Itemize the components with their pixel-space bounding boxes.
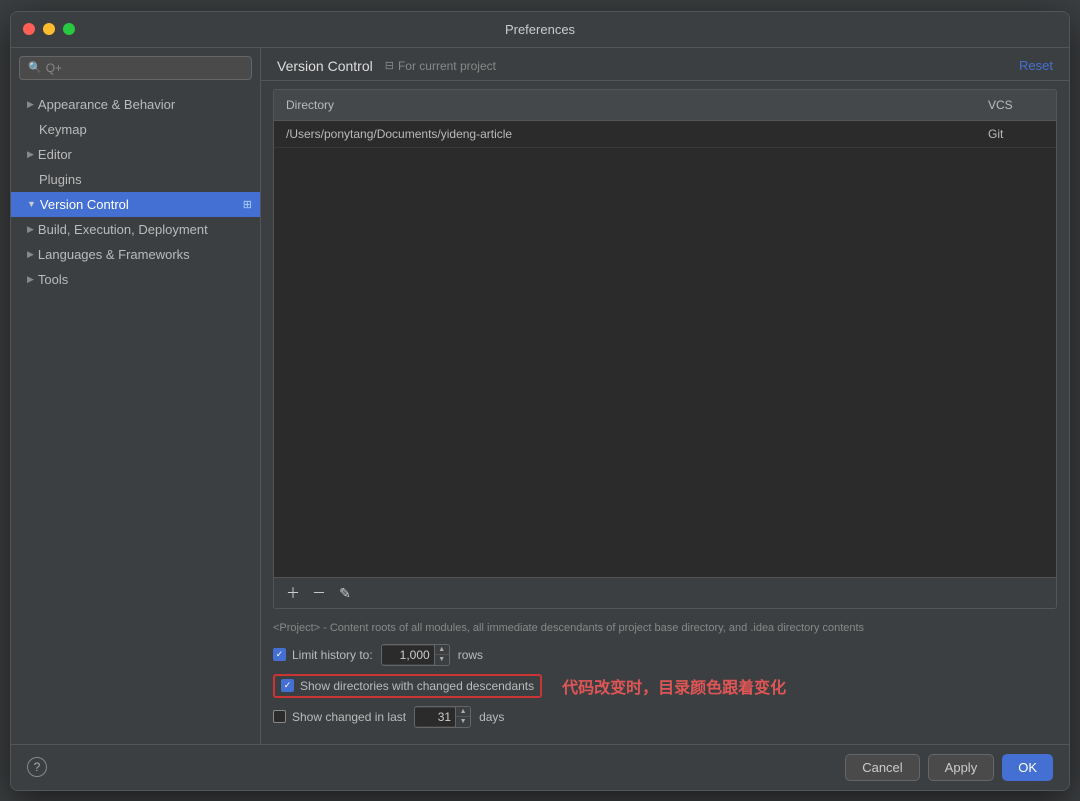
cancel-button[interactable]: Cancel xyxy=(845,754,919,781)
spin-up-button[interactable]: ▲ xyxy=(435,645,449,655)
remove-button[interactable]: － xyxy=(308,582,330,604)
sidebar-item-appearance[interactable]: ▶ Appearance & Behavior xyxy=(11,92,260,117)
sidebar-items: ▶ Appearance & Behavior Keymap ▶ Editor … xyxy=(11,88,260,744)
preferences-dialog: Preferences 🔍 ▶ Appearance & Behavior Ke… xyxy=(10,11,1070,791)
chevron-icon: ▶ xyxy=(27,149,34,160)
for-project-label: ⊟ For current project xyxy=(385,59,496,73)
spin-up-button-2[interactable]: ▲ xyxy=(456,707,470,717)
show-changed-spinbox[interactable]: ▲ ▼ xyxy=(414,706,471,728)
spinbox-arrows-2: ▲ ▼ xyxy=(455,707,470,727)
sidebar: 🔍 ▶ Appearance & Behavior Keymap ▶ Edito… xyxy=(11,48,261,744)
bottom-bar: ? Cancel Apply OK xyxy=(11,744,1069,790)
show-directories-checkbox[interactable] xyxy=(281,679,294,692)
show-directories-highlight: Show directories with changed descendant… xyxy=(273,674,542,698)
col-header-vcs: VCS xyxy=(976,94,1056,116)
main-panel: Version Control ⊟ For current project Re… xyxy=(261,48,1069,744)
panel-title: Version Control xyxy=(277,58,373,74)
bottom-left: ? xyxy=(27,757,47,777)
spinbox-arrows: ▲ ▼ xyxy=(434,645,449,665)
maximize-button[interactable] xyxy=(63,23,75,35)
sidebar-item-tools[interactable]: ▶ Tools xyxy=(11,267,260,292)
sidebar-item-label: Languages & Frameworks xyxy=(38,247,190,262)
show-directories-row: Show directories with changed descendant… xyxy=(273,674,1057,698)
project-icon: ⊟ xyxy=(385,59,394,72)
search-icon: 🔍 xyxy=(28,61,42,74)
options-area: <Project> - Content roots of all modules… xyxy=(261,617,1069,743)
sidebar-item-keymap[interactable]: Keymap xyxy=(11,117,260,142)
search-box[interactable]: 🔍 xyxy=(19,56,252,80)
ok-button[interactable]: OK xyxy=(1002,754,1053,781)
add-button[interactable]: ＋ xyxy=(282,582,304,604)
cell-directory: /Users/ponytang/Documents/yideng-article xyxy=(274,121,976,147)
table-toolbar: ＋ － ✎ xyxy=(274,577,1056,608)
sidebar-item-label: Appearance & Behavior xyxy=(38,97,175,112)
main-header: Version Control ⊟ For current project Re… xyxy=(261,48,1069,81)
sidebar-item-label: Editor xyxy=(38,147,72,162)
limit-history-row: Limit history to: ▲ ▼ rows xyxy=(273,644,1057,666)
limit-history-checkbox[interactable] xyxy=(273,648,286,661)
edit-button[interactable]: ✎ xyxy=(334,582,356,604)
chevron-icon: ▶ xyxy=(27,99,34,110)
limit-history-checkbox-label[interactable]: Limit history to: xyxy=(273,648,373,662)
limit-history-label: Limit history to: xyxy=(292,648,373,662)
table-row[interactable]: /Users/ponytang/Documents/yideng-article… xyxy=(274,121,1056,148)
title-bar: Preferences xyxy=(11,12,1069,48)
close-button[interactable] xyxy=(23,23,35,35)
reset-button[interactable]: Reset xyxy=(1019,58,1053,73)
sidebar-item-languages[interactable]: ▶ Languages & Frameworks xyxy=(11,242,260,267)
limit-history-spinbox[interactable]: ▲ ▼ xyxy=(381,644,450,666)
help-button[interactable]: ? xyxy=(27,757,47,777)
spin-down-button-2[interactable]: ▼ xyxy=(456,717,470,727)
show-changed-suffix: days xyxy=(479,710,504,724)
annotation-text: 代码改变时，目录颜色跟着变化 xyxy=(562,674,786,698)
spin-down-button[interactable]: ▼ xyxy=(435,655,449,665)
window-controls xyxy=(23,23,75,35)
chevron-icon: ▶ xyxy=(27,274,34,285)
bottom-right: Cancel Apply OK xyxy=(845,754,1053,781)
vcs-table: Directory VCS /Users/ponytang/Documents/… xyxy=(273,89,1057,610)
show-changed-checkbox[interactable] xyxy=(273,710,286,723)
dialog-title: Preferences xyxy=(505,22,575,37)
show-changed-input[interactable] xyxy=(415,708,455,726)
sidebar-item-label: Tools xyxy=(38,272,68,287)
show-changed-label: Show changed in last xyxy=(292,710,406,724)
limit-history-suffix: rows xyxy=(458,648,483,662)
table-body: /Users/ponytang/Documents/yideng-article… xyxy=(274,121,1056,578)
sidebar-item-plugins[interactable]: Plugins xyxy=(11,167,260,192)
chevron-icon: ▶ xyxy=(27,224,34,235)
project-note: <Project> - Content roots of all modules… xyxy=(273,621,1057,635)
table-header: Directory VCS xyxy=(274,90,1056,121)
sidebar-item-label: Plugins xyxy=(39,172,82,187)
sidebar-item-build[interactable]: ▶ Build, Execution, Deployment xyxy=(11,217,260,242)
chevron-icon: ▶ xyxy=(27,249,34,260)
limit-history-input[interactable] xyxy=(382,646,434,664)
minimize-button[interactable] xyxy=(43,23,55,35)
show-directories-label: Show directories with changed descendant… xyxy=(300,679,534,693)
col-header-directory: Directory xyxy=(274,94,976,116)
show-directories-checkbox-label[interactable]: Show directories with changed descendant… xyxy=(281,679,534,693)
apply-button[interactable]: Apply xyxy=(928,754,995,781)
content-area: 🔍 ▶ Appearance & Behavior Keymap ▶ Edito… xyxy=(11,48,1069,744)
sidebar-item-label: Build, Execution, Deployment xyxy=(38,222,208,237)
cell-vcs: Git xyxy=(976,121,1056,147)
sidebar-item-label: Version Control xyxy=(40,197,129,212)
version-control-icon: ⊞ xyxy=(243,198,252,211)
search-input[interactable] xyxy=(46,61,243,75)
show-changed-row: Show changed in last ▲ ▼ days xyxy=(273,706,1057,728)
sidebar-item-label: Keymap xyxy=(39,122,87,137)
chevron-icon: ▼ xyxy=(27,199,36,209)
show-changed-checkbox-label[interactable]: Show changed in last xyxy=(273,710,406,724)
sidebar-item-editor[interactable]: ▶ Editor xyxy=(11,142,260,167)
sidebar-item-version-control[interactable]: ▼ Version Control ⊞ xyxy=(11,192,260,217)
main-header-left: Version Control ⊟ For current project xyxy=(277,58,496,74)
